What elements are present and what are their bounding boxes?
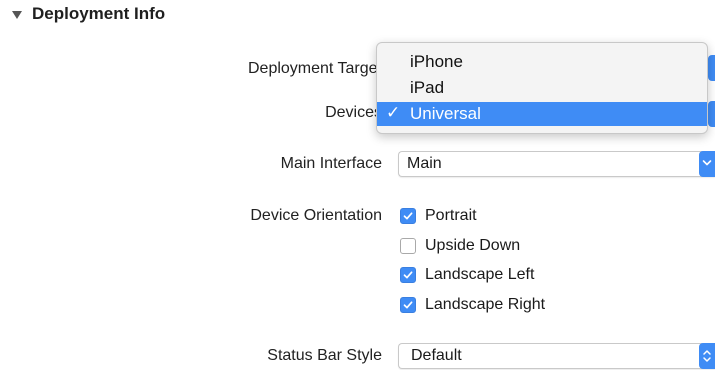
menu-item-label: iPad (410, 78, 445, 97)
menu-item-universal[interactable]: ✓ Universal (377, 102, 707, 126)
orientation-upside-down-label: Upside Down (425, 237, 521, 254)
devices-dropdown-menu: iPhone iPad ✓ Universal (376, 42, 708, 134)
checkbox-checked-icon[interactable] (400, 208, 416, 224)
device-orientation-label: Device Orientation (250, 207, 382, 224)
checkbox-checked-icon[interactable] (400, 297, 416, 313)
main-interface-popup[interactable]: Main (398, 151, 715, 177)
deployment-target-label: Deployment Target (248, 60, 382, 77)
chevron-down-icon[interactable] (699, 151, 715, 177)
menu-item-iphone[interactable]: iPhone (377, 50, 707, 74)
orientation-landscape-left-label: Landscape Left (425, 266, 535, 283)
status-bar-style-label: Status Bar Style (267, 347, 382, 364)
menu-item-label: iPhone (410, 52, 463, 71)
checkbox-checked-icon[interactable] (400, 267, 416, 283)
chevron-up-down-icon[interactable] (699, 343, 715, 369)
checkmark-icon: ✓ (386, 103, 401, 122)
main-interface-value: Main (407, 155, 442, 172)
deployment-info-header[interactable]: Deployment Info (12, 2, 165, 26)
orientation-portrait-checkbox[interactable]: Portrait (400, 207, 477, 225)
orientation-landscape-right-label: Landscape Right (425, 296, 546, 313)
section-title: Deployment Info (32, 4, 166, 23)
checkbox-unchecked-icon[interactable] (400, 238, 416, 254)
status-bar-style-value: Default (411, 347, 462, 364)
orientation-portrait-label: Portrait (425, 207, 477, 224)
deployment-info-panel: Deployment Info Deployment Target Device… (0, 0, 715, 370)
status-bar-style-popup[interactable]: Default (398, 343, 715, 369)
menu-item-label: Universal (410, 104, 481, 123)
menu-item-ipad[interactable]: iPad (377, 76, 707, 100)
disclosure-triangle-down-icon[interactable] (12, 10, 22, 19)
main-interface-label: Main Interface (280, 155, 382, 172)
orientation-upside-down-checkbox[interactable]: Upside Down (400, 237, 520, 255)
deployment-target-popup[interactable] (708, 55, 715, 81)
orientation-landscape-left-checkbox[interactable]: Landscape Left (400, 266, 534, 284)
devices-label: Devices (325, 104, 382, 121)
devices-popup[interactable] (708, 101, 715, 127)
orientation-landscape-right-checkbox[interactable]: Landscape Right (400, 296, 545, 314)
